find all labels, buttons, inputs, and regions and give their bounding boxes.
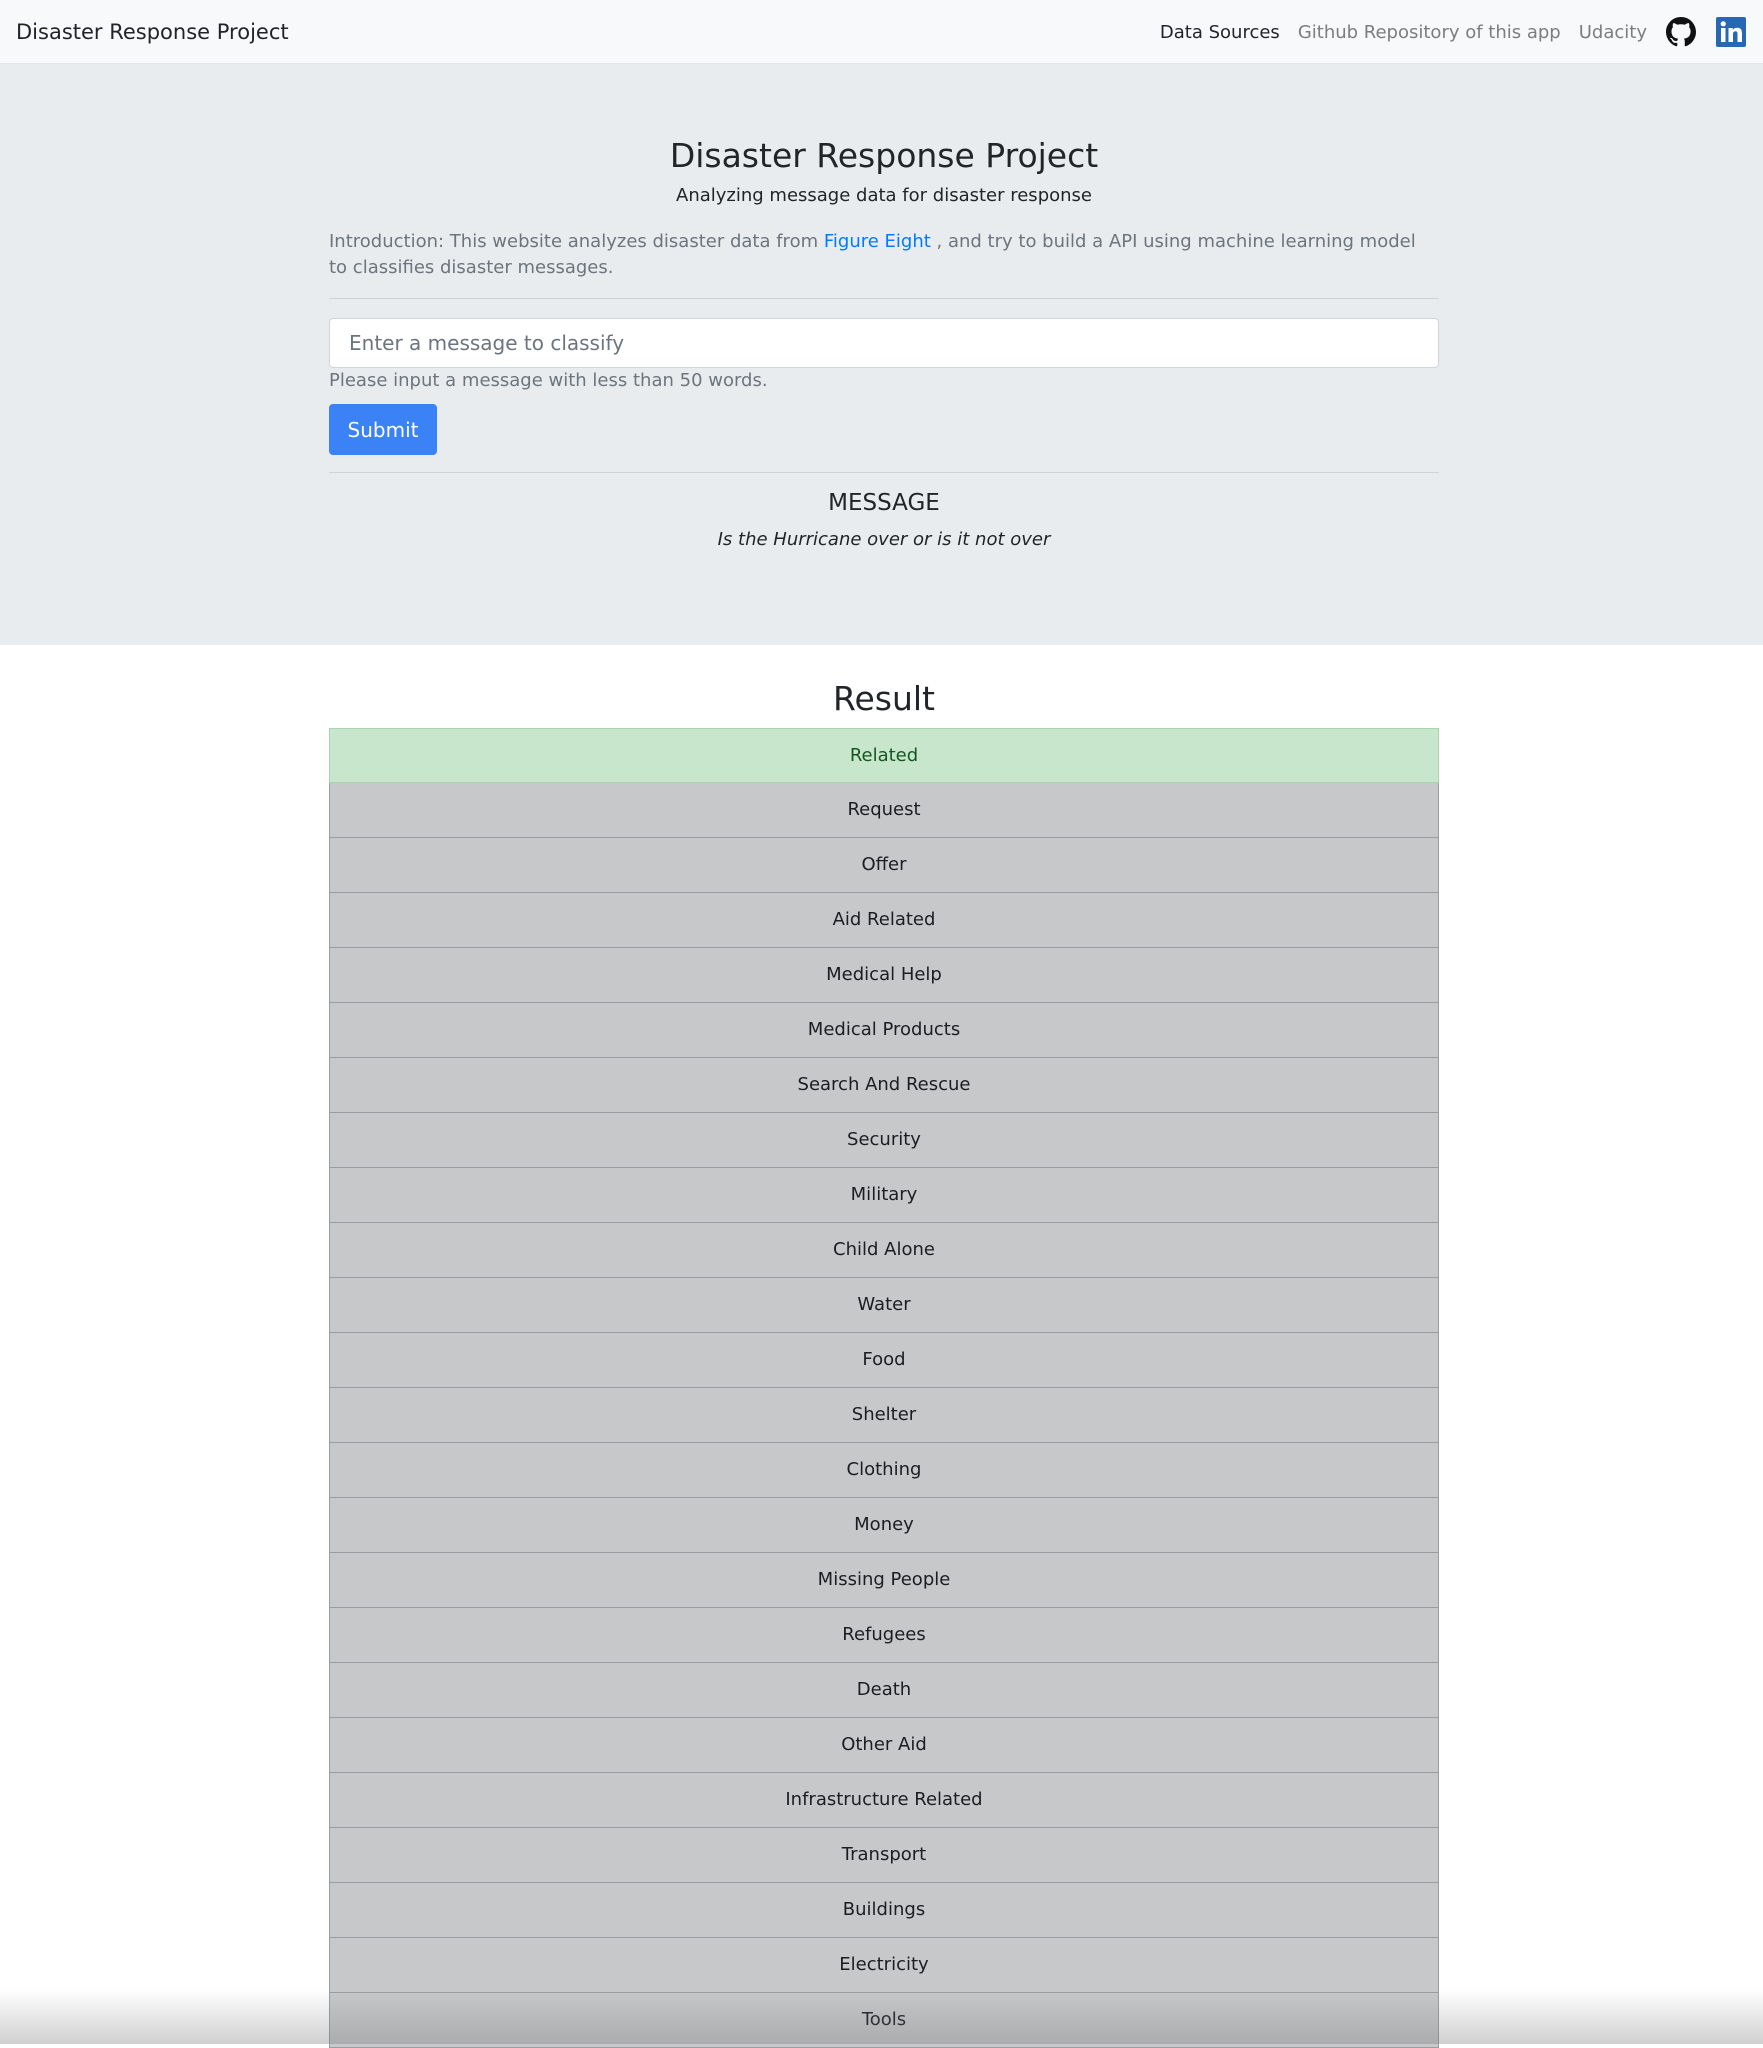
- classified-message-text: Is the Hurricane over or is it not over: [717, 529, 1051, 550]
- jumbotron: Disaster Response Project Analyzing mess…: [0, 64, 1763, 645]
- result-category: Request: [329, 783, 1439, 838]
- nav-link-data-sources[interactable]: Data Sources: [1160, 22, 1280, 43]
- result-category: Electricity: [329, 1938, 1439, 1993]
- result-category: Money: [329, 1498, 1439, 1553]
- result-category: Buildings: [329, 1883, 1439, 1938]
- result-category: Missing People: [329, 1553, 1439, 1608]
- result-category: Military: [329, 1168, 1439, 1223]
- result-category: Food: [329, 1333, 1439, 1388]
- linkedin-icon[interactable]: [1715, 16, 1747, 48]
- navbar-brand[interactable]: Disaster Response Project: [16, 0, 289, 64]
- result-category: Medical Help: [329, 948, 1439, 1003]
- result-category: Transport: [329, 1828, 1439, 1883]
- figure-eight-link[interactable]: Figure Eight: [824, 231, 931, 252]
- result-category: Child Alone: [329, 1223, 1439, 1278]
- result-category: Other Aid: [329, 1718, 1439, 1773]
- result-category: Infrastructure Related: [329, 1773, 1439, 1828]
- result-category: Shelter: [329, 1388, 1439, 1443]
- message-input[interactable]: [329, 318, 1439, 368]
- result-category: Offer: [329, 838, 1439, 893]
- result-list: Related Request Offer Aid Related Medical He…: [329, 728, 1439, 2048]
- navbar: Disaster Response Project Data Sources G…: [0, 0, 1763, 64]
- page-subtitle: Analyzing message data for disaster resp…: [676, 185, 1092, 206]
- divider: [329, 298, 1439, 299]
- introduction-text: Introduction: This website analyzes disa…: [329, 229, 1439, 281]
- result-category: Clothing: [329, 1443, 1439, 1498]
- intro-text-before: Introduction: This website analyzes disa…: [329, 231, 824, 252]
- result-category: Aid Related: [329, 893, 1439, 948]
- result-title: Result: [833, 679, 935, 718]
- result-category-positive: Related: [329, 728, 1439, 783]
- nav-links: Data Sources Github Repository of this a…: [1142, 0, 1747, 64]
- github-icon[interactable]: [1665, 16, 1697, 48]
- result-category: Medical Products: [329, 1003, 1439, 1058]
- result-category: Security: [329, 1113, 1439, 1168]
- divider: [329, 472, 1439, 473]
- message-heading: MESSAGE: [828, 490, 940, 516]
- result-category: Death: [329, 1663, 1439, 1718]
- result-category: Tools: [329, 1993, 1439, 2048]
- input-help-text: Please input a message with less than 50…: [329, 370, 768, 391]
- nav-link-udacity[interactable]: Udacity: [1579, 22, 1647, 43]
- submit-button[interactable]: Submit: [329, 404, 437, 455]
- result-category: Refugees: [329, 1608, 1439, 1663]
- page-title: Disaster Response Project: [669, 136, 1099, 175]
- result-category: Water: [329, 1278, 1439, 1333]
- jumbotron-container: Disaster Response Project Analyzing mess…: [329, 64, 1439, 645]
- result-category: Search And Rescue: [329, 1058, 1439, 1113]
- nav-link-github-repository[interactable]: Github Repository of this app: [1298, 22, 1561, 43]
